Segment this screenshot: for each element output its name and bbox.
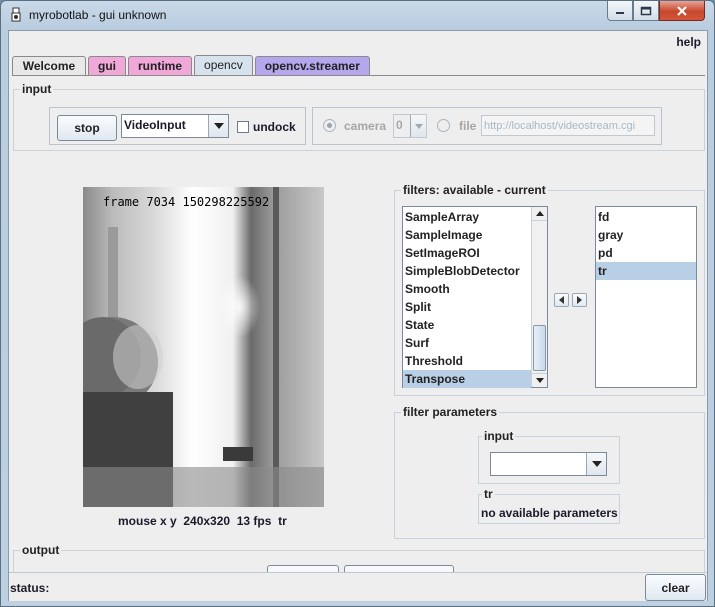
param-input-subgroup: input <box>478 429 620 484</box>
list-item[interactable]: pd <box>596 244 696 262</box>
url-input[interactable] <box>481 115 655 136</box>
input-legend: input <box>20 82 54 96</box>
filter-parameters-legend: filter parameters <box>401 405 500 419</box>
status-bar: status: clear <box>9 572 707 601</box>
scroll-thumb[interactable] <box>533 325 546 371</box>
app-window: myrobotlab - gui unknown help Welcome gu… <box>0 0 715 607</box>
param-input-select[interactable] <box>490 452 607 476</box>
list-item[interactable]: gray <box>596 226 696 244</box>
list-item[interactable]: SetImageROI <box>403 244 531 262</box>
tab-strip: Welcome gui runtime opencv opencv.stream… <box>12 55 372 76</box>
param-input-legend: input <box>482 429 516 443</box>
tab-gui[interactable]: gui <box>88 56 126 75</box>
undock-checkbox[interactable] <box>237 121 249 133</box>
help-menu[interactable]: help <box>676 35 701 49</box>
list-item[interactable]: Smooth <box>403 280 531 298</box>
opencv-panel: input stop VideoInput undock camera 0 fi… <box>12 75 705 604</box>
output-legend: output <box>20 543 62 557</box>
chevron-down-icon <box>586 453 606 475</box>
list-item[interactable]: Surf <box>403 334 531 352</box>
tr-params-legend: tr <box>482 487 495 501</box>
minimize-icon <box>616 11 624 14</box>
list-item[interactable]: State <box>403 316 531 334</box>
close-icon <box>677 5 687 16</box>
title-bar[interactable]: myrobotlab - gui unknown <box>1 1 714 29</box>
list-item[interactable]: fd <box>596 208 696 226</box>
main-content: help Welcome gui runtime opencv opencv.s… <box>8 30 708 604</box>
camera-file-subgroup: camera 0 file <box>312 107 662 145</box>
filters-legend: filters: available - current <box>401 183 548 197</box>
list-item[interactable]: SampleImage <box>403 226 531 244</box>
source-select-value: VideoInput <box>124 118 186 132</box>
tab-opencv-streamer[interactable]: opencv.streamer <box>254 56 370 75</box>
tab-welcome[interactable]: Welcome <box>12 56 86 75</box>
tab-opencv[interactable]: opencv <box>194 55 253 75</box>
clear-button[interactable]: clear <box>645 574 706 601</box>
move-right-button[interactable] <box>572 293 587 307</box>
video-overlay-text: frame 7034 150298225592 <box>103 195 270 209</box>
stop-button[interactable]: stop <box>57 115 117 141</box>
video-display[interactable]: frame 7034 150298225592 <box>83 187 324 507</box>
list-item[interactable]: Transpose <box>403 370 531 388</box>
list-item[interactable]: SimpleBlobDetector <box>403 262 531 280</box>
tr-params-text: no available parameters <box>481 506 618 520</box>
camera-index-select[interactable]: 0 <box>393 114 427 138</box>
camera-index-value: 0 <box>396 118 403 132</box>
close-button[interactable] <box>659 1 705 21</box>
video-frame-image <box>83 187 324 507</box>
file-label: file <box>459 119 477 133</box>
chevron-down-icon <box>208 115 228 137</box>
camera-label: camera <box>344 119 387 133</box>
tab-runtime[interactable]: runtime <box>128 56 193 75</box>
list-item[interactable]: tr <box>596 262 696 280</box>
move-left-button[interactable] <box>554 293 569 307</box>
filters-group: filters: available - current SampleArray… <box>394 183 705 396</box>
arrow-left-icon <box>559 296 564 304</box>
source-subgroup: stop VideoInput undock <box>49 107 306 145</box>
input-group: input stop VideoInput undock camera 0 fi… <box>13 82 705 151</box>
file-radio[interactable] <box>437 119 450 132</box>
list-item[interactable]: SampleArray <box>403 208 531 226</box>
available-filters-list[interactable]: SampleArray SampleImage SetImageROI SimpleB… <box>402 206 548 388</box>
current-filters-list[interactable]: fd gray pd tr <box>595 206 697 388</box>
camera-radio[interactable] <box>323 119 336 132</box>
available-list-scrollbar[interactable] <box>531 207 547 387</box>
list-item[interactable]: Threshold <box>403 352 531 370</box>
list-item[interactable]: Split <box>403 298 531 316</box>
chevron-down-icon <box>410 115 426 137</box>
window-title: myrobotlab - gui unknown <box>29 8 167 22</box>
minimize-button[interactable] <box>607 1 633 21</box>
status-label: status: <box>10 581 50 595</box>
menu-bar: help <box>9 31 707 53</box>
maximize-icon <box>640 6 652 15</box>
video-status-line: mouse x y 240x320 13 fps tr <box>118 514 287 528</box>
scroll-down-arrow-icon[interactable] <box>532 373 547 387</box>
scroll-up-arrow-icon[interactable] <box>532 207 547 221</box>
app-icon <box>11 7 21 22</box>
filter-parameters-group: filter parameters input tr no available … <box>394 405 705 539</box>
tr-params-subgroup: tr no available parameters <box>478 487 620 524</box>
source-select[interactable]: VideoInput <box>121 114 229 138</box>
arrow-right-icon <box>577 296 582 304</box>
undock-label: undock <box>253 120 296 134</box>
maximize-button[interactable] <box>633 1 659 21</box>
